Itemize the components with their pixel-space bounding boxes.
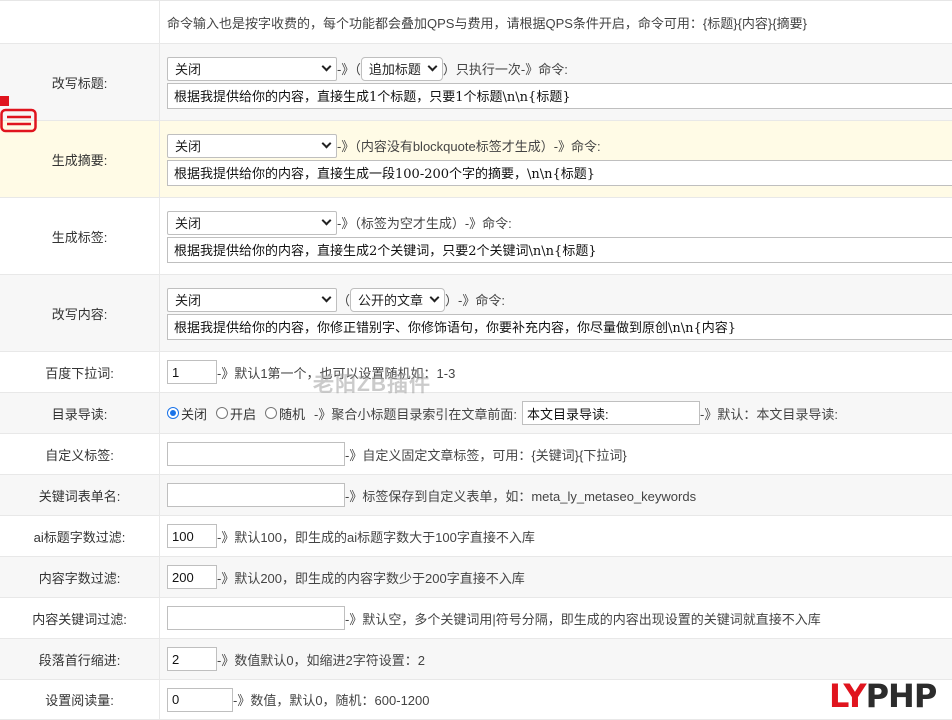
watermark: 老阳ZB插件 xyxy=(313,373,431,396)
baidu-label: 百度下拉词: xyxy=(0,352,160,392)
ai-title-filter-row: ai标题字数过滤: 100 -》默认100，即生成的ai标题字数大于100字直接… xyxy=(0,516,952,557)
toc-radio-random[interactable]: 随机 xyxy=(265,404,305,423)
intro-row: 命令输入也是按字收费的，每个功能都会叠加QPS与费用，请根据QPS条件开启，命令… xyxy=(0,1,952,44)
tags-command-input[interactable]: 根据我提供给你的内容，直接生成2个关键词，只要2个关键词\n\n{标题} xyxy=(167,236,952,263)
summary-command-input[interactable]: 根据我提供给你的内容，直接生成一段100-200个字的摘要，\n\n{标题} xyxy=(167,159,952,186)
rewrite-content-command-input[interactable]: 根据我提供给你的内容，你修正错别字、你修饰语句，你要补充内容，你尽量做到原创\n… xyxy=(167,313,952,340)
custom-tag-input[interactable] xyxy=(167,442,345,466)
kw-meta-row: 关键词表单名: -》标签保存到自定义表单，如：meta_ly_metaseo_k… xyxy=(0,475,952,516)
content-len-filter-row: 内容字数过滤: 200 -》默认200，即生成的内容字数少于200字直接不入库 xyxy=(0,557,952,598)
baidu-row: 百度下拉词: 1 -》默认1第一个，也可以设置随机如：1-3 xyxy=(0,352,952,393)
toc-radio-off[interactable]: 关闭 xyxy=(167,404,207,423)
custom-tag-row: 自定义标签: -》自定义固定文章标签，可用：{关键词}{下拉词} xyxy=(0,434,952,475)
chevron-down-icon xyxy=(321,138,332,149)
content-kw-filter-input[interactable] xyxy=(167,606,345,630)
rewrite-content-scope-select[interactable]: 公开的文章 xyxy=(350,287,446,312)
intro-text: 命令输入也是按字收费的，每个功能都会叠加QPS与费用，请根据QPS条件开启，命令… xyxy=(167,15,807,31)
rewrite-content-row: 改写内容: 关闭 （ 公开的文章 ）-》命令: 根据我提供给你的内容，你修正错别… xyxy=(0,275,952,352)
rewrite-content-label: 改写内容: xyxy=(0,275,160,351)
tags-row: 生成标签: 关闭 -》（标签为空才生成）-》命令: 根据我提供给你的内容，直接生… xyxy=(0,198,952,275)
content-kw-filter-row: 内容关键词过滤: -》默认空，多个关键词用|符号分隔，即生成的内容出现设置的关键… xyxy=(0,598,952,639)
tags-label: 生成标签: xyxy=(0,198,160,274)
toc-radio-on[interactable]: 开启 xyxy=(216,404,256,423)
chevron-down-icon xyxy=(429,292,440,303)
rewrite-title-command-input[interactable]: 根据我提供给你的内容，直接生成1个标题，只要1个标题\n\n{标题} xyxy=(167,82,952,109)
ai-title-filter-input[interactable]: 100 xyxy=(167,524,217,548)
indent-row: 段落首行缩进: 2 -》数值默认0，如缩进2字符设置：2 xyxy=(0,639,952,680)
summary-row: 生成摘要: 关闭 -》（内容没有blockquote标签才生成）-》命令: 根据… xyxy=(0,121,952,198)
indent-label: 段落首行缩进: xyxy=(0,639,160,679)
rewrite-title-row: 改写标题: 关闭 -》（ 追加标题 ）只执行一次-》命令: 根据我提供给你的内容… xyxy=(0,44,952,121)
tags-select[interactable]: 关闭 xyxy=(167,210,337,235)
summary-select[interactable]: 关闭 xyxy=(167,133,337,158)
content-kw-filter-label: 内容关键词过滤: xyxy=(0,598,160,638)
notice-icon xyxy=(0,96,37,133)
ai-title-filter-label: ai标题字数过滤: xyxy=(0,516,160,556)
content-len-filter-label: 内容字数过滤: xyxy=(0,557,160,597)
custom-tag-label: 自定义标签: xyxy=(0,434,160,474)
content-len-filter-input[interactable]: 200 xyxy=(167,565,217,589)
chevron-down-icon xyxy=(321,215,332,226)
kw-meta-input[interactable] xyxy=(167,483,345,507)
chevron-down-icon xyxy=(321,61,332,72)
radio-checked-icon xyxy=(167,407,179,419)
rewrite-title-select[interactable]: 关闭 xyxy=(167,56,337,81)
toc-row: 目录导读: 关闭 开启 随机 -》聚合小标题目录索引在文章前面: 本文目录导读:… xyxy=(0,393,952,434)
views-row: 设置阅读量: 0 -》数值，默认0，随机：600-1200 xyxy=(0,680,952,720)
lyphp-logo: LYPHP xyxy=(829,677,937,715)
rewrite-content-select[interactable]: 关闭 xyxy=(167,287,337,312)
toc-label: 目录导读: xyxy=(0,393,160,433)
settings-table: 命令输入也是按字收费的，每个功能都会叠加QPS与费用，请根据QPS条件开启，命令… xyxy=(0,0,952,720)
rewrite-title-mode-select[interactable]: 追加标题 xyxy=(360,56,443,81)
chevron-down-icon xyxy=(321,292,332,303)
views-label: 设置阅读量: xyxy=(0,680,160,719)
toc-title-input[interactable]: 本文目录导读: xyxy=(522,401,700,425)
kw-meta-label: 关键词表单名: xyxy=(0,475,160,515)
radio-unchecked-icon xyxy=(216,407,229,419)
baidu-input[interactable]: 1 xyxy=(167,360,217,384)
views-input[interactable]: 0 xyxy=(167,687,233,712)
radio-unchecked-icon xyxy=(265,407,278,419)
chevron-down-icon xyxy=(427,61,438,72)
indent-input[interactable]: 2 xyxy=(167,647,217,671)
